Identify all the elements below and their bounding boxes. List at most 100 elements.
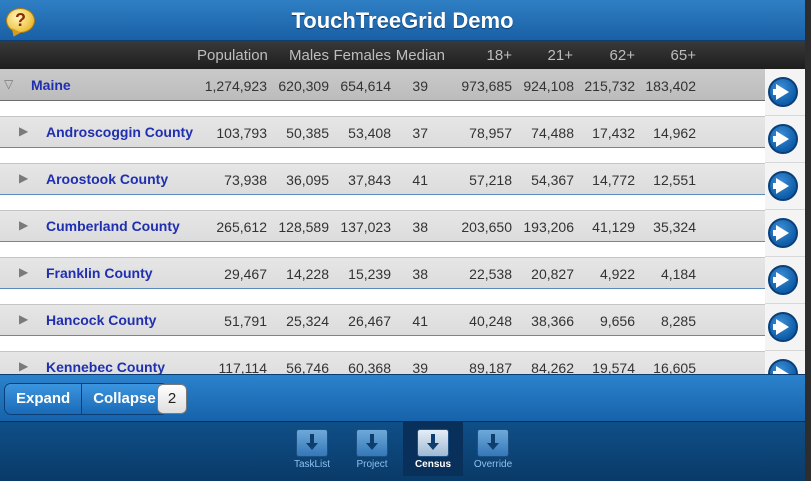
window-edge [805,0,811,481]
cell-males: 56,746 [286,360,329,374]
tab-tasklist[interactable]: TaskList [282,422,342,476]
tab-label: Override [473,459,513,470]
tab-label: Project [356,459,388,470]
cell-18plus: 40,248 [469,313,512,329]
title-bar: ? TouchTreeGrid Demo [0,0,805,41]
cell-21plus: 193,206 [523,219,574,235]
row-detail-button[interactable] [765,163,805,210]
cell-21plus: 924,108 [523,78,574,94]
row-name[interactable]: Maine [31,77,71,93]
cell-62plus: 14,772 [592,172,635,188]
table-row[interactable]: ▶ Androscoggin County 103,793 50,385 53,… [0,116,765,148]
row-detail-button[interactable] [765,69,805,116]
cell-median: 38 [412,219,428,235]
cell-population: 265,612 [216,219,267,235]
cell-65plus: 35,324 [653,219,696,235]
cell-62plus: 19,574 [592,360,635,374]
expand-toggle-icon[interactable]: ▶ [19,265,28,279]
tab-label: Census [414,459,452,470]
table-row-parent[interactable]: ▽ Maine 1,274,923 620,309 654,614 39 973… [0,69,765,101]
download-icon [477,429,509,457]
arrow-right-icon [768,265,798,295]
arrow-right-icon [768,77,798,107]
row-detail-button[interactable] [765,210,805,257]
tab-bar: TaskList Project Census Override [0,421,805,481]
col-median[interactable]: Median [395,47,445,64]
row-detail-button[interactable] [765,304,805,351]
cell-median: 41 [412,313,428,329]
col-21plus[interactable]: 21+ [530,47,573,64]
expand-button[interactable]: Expand [5,384,82,414]
cell-median: 41 [412,172,428,188]
cell-population: 1,274,923 [204,78,267,94]
cell-females: 654,614 [340,78,391,94]
cell-21plus: 54,367 [531,172,574,188]
col-population[interactable]: Population [197,47,268,64]
expand-toggle-icon[interactable]: ▶ [19,124,28,138]
cell-65plus: 4,184 [660,266,696,282]
cell-females: 60,368 [348,360,391,374]
collapse-toggle-icon[interactable]: ▽ [4,77,13,91]
cell-population: 103,793 [216,125,267,141]
row-name[interactable]: Aroostook County [46,171,168,187]
arrow-right-icon [768,171,798,201]
tab-label: TaskList [293,459,331,470]
row-name[interactable]: Franklin County [46,265,153,281]
table-row[interactable]: ▶ Cumberland County 265,612 128,589 137,… [0,210,765,242]
cell-population: 73,938 [224,172,267,188]
cell-males: 50,385 [286,125,329,141]
cell-females: 37,843 [348,172,391,188]
row-detail-button[interactable] [765,257,805,304]
arrow-right-icon [768,359,798,374]
cell-females: 15,239 [348,266,391,282]
tab-census[interactable]: Census [403,422,463,476]
tree-grid[interactable]: ▽ Maine 1,274,923 620,309 654,614 39 973… [0,69,805,374]
col-males[interactable]: Males [280,47,329,64]
cell-females: 137,023 [340,219,391,235]
row-detail-button[interactable] [765,351,805,374]
tab-project[interactable]: Project [342,422,402,476]
cell-18plus: 22,538 [469,266,512,282]
collapse-button[interactable]: Collapse [81,384,167,414]
cell-18plus: 973,685 [461,78,512,94]
col-65plus[interactable]: 65+ [650,47,696,64]
expand-toggle-icon[interactable]: ▶ [19,171,28,185]
expand-toggle-icon[interactable]: ▶ [19,218,28,232]
col-females[interactable]: Females [330,47,391,64]
cell-population: 117,114 [218,360,267,374]
col-18plus[interactable]: 18+ [470,47,512,64]
cell-21plus: 38,366 [531,313,574,329]
expand-toggle-icon[interactable]: ▶ [19,359,28,373]
cell-21plus: 74,488 [531,125,574,141]
cell-males: 14,228 [286,266,329,282]
cell-65plus: 8,285 [660,313,696,329]
cell-18plus: 78,957 [469,125,512,141]
cell-62plus: 41,129 [592,219,635,235]
expand-level-field[interactable]: 2 [157,384,187,414]
download-icon [356,429,388,457]
tab-override[interactable]: Override [463,422,523,476]
table-row[interactable]: ▶ Franklin County 29,467 14,228 15,239 3… [0,257,765,289]
cell-males: 36,095 [286,172,329,188]
download-icon [296,429,328,457]
row-detail-button[interactable] [765,116,805,163]
table-row[interactable]: ▶ Kennebec County 117,114 56,746 60,368 … [0,351,765,374]
cell-62plus: 17,432 [592,125,635,141]
col-62plus[interactable]: 62+ [590,47,635,64]
row-name[interactable]: Cumberland County [46,218,180,234]
cell-population: 51,791 [224,313,267,329]
expand-toggle-icon[interactable]: ▶ [19,312,28,326]
cell-65plus: 16,605 [653,360,696,374]
table-row[interactable]: ▶ Aroostook County 73,938 36,095 37,843 … [0,163,765,195]
row-name[interactable]: Hancock County [46,312,156,328]
cell-males: 620,309 [278,78,329,94]
cell-65plus: 14,962 [653,125,696,141]
arrow-right-icon [768,312,798,342]
row-name[interactable]: Kennebec County [46,359,165,374]
cell-62plus: 4,922 [599,266,635,282]
cell-65plus: 12,551 [653,172,696,188]
table-row[interactable]: ▶ Hancock County 51,791 25,324 26,467 41… [0,304,765,336]
row-name[interactable]: Androscoggin County [46,124,193,140]
download-icon [417,429,449,457]
cell-median: 39 [412,78,428,94]
